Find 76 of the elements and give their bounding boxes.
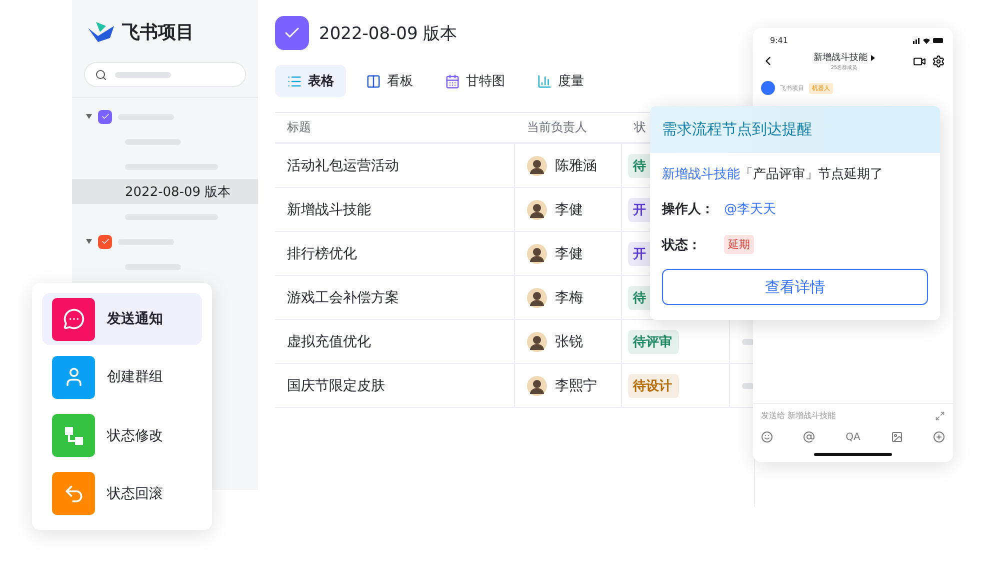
calendar-icon: [445, 74, 460, 88]
expand-icon[interactable]: [935, 410, 945, 420]
tree-item-label[interactable]: 2022-08-09 版本: [125, 182, 231, 200]
search-field[interactable]: [84, 62, 246, 87]
column-header: 标题: [287, 119, 311, 136]
action-label: 创建群组: [107, 368, 163, 386]
list-icon: [287, 74, 302, 88]
brand-name: 飞书项目: [122, 21, 194, 44]
menu-item[interactable]: 状态回滚: [42, 468, 202, 520]
chat-title: 新增战斗技能: [814, 52, 868, 64]
flow-icon: [62, 424, 84, 447]
card-title: 需求流程节点到达提醒: [662, 120, 812, 139]
table-cell: 李健: [555, 244, 583, 262]
expand-arrow-icon[interactable]: [870, 54, 874, 60]
version-icon: [275, 16, 309, 50]
action-label: 状态修改: [107, 426, 163, 445]
qa-button[interactable]: QA: [846, 432, 860, 442]
board-icon: [366, 74, 381, 88]
view-tab[interactable]: 甘特图: [433, 65, 517, 97]
status-icons: [913, 37, 943, 44]
table-cell: 新增战斗技能: [287, 200, 371, 218]
logo-icon: [88, 22, 114, 42]
table-cell: 游戏工会补偿方案: [287, 288, 399, 306]
avatar: [527, 332, 547, 352]
avatar: [527, 244, 547, 264]
placeholder-bar: [115, 72, 171, 78]
caret-icon[interactable]: [86, 239, 92, 244]
status-tag: 延期: [724, 235, 754, 254]
avatar: [527, 200, 547, 220]
view-tab[interactable]: 度量: [525, 65, 596, 97]
table-cell: 李熙宁: [555, 376, 597, 394]
table-cell: 虚拟充值优化: [287, 332, 371, 350]
table-cell: 李健: [555, 200, 583, 218]
settings-icon[interactable]: [932, 54, 945, 68]
placeholder-bar: [742, 338, 754, 344]
table-cell: 活动礼包运营活动: [287, 156, 399, 174]
user-mention[interactable]: @李天天: [724, 200, 776, 218]
card-message: 「产品评审」节点延期了: [740, 166, 883, 183]
video-icon[interactable]: [913, 54, 926, 68]
table-cell: 陈雅涵: [555, 156, 597, 174]
table-cell: 李梅: [555, 288, 583, 306]
status-tag: 待评审: [628, 330, 679, 354]
search-icon: [95, 68, 107, 80]
table-cell: 张锐: [555, 332, 583, 350]
page-title: 2022-08-09 版本: [319, 22, 458, 44]
column-header: 当前负责人: [527, 119, 587, 136]
details-button[interactable]: 查看详情: [662, 269, 928, 305]
menu-item[interactable]: 发送通知: [42, 293, 202, 346]
avatar: [527, 288, 547, 308]
table-cell: 国庆节限定皮肤: [287, 376, 385, 394]
field-label: 状态：: [662, 236, 702, 254]
avatar: [527, 376, 547, 396]
task-link[interactable]: 新增战斗技能: [662, 165, 740, 183]
view-tab[interactable]: 表格: [275, 65, 346, 97]
avatar: [527, 156, 547, 176]
menu-item[interactable]: 状态修改: [42, 410, 202, 462]
caret-icon[interactable]: [86, 114, 92, 119]
bar-chart-icon: [537, 74, 552, 88]
table-cell: 排行榜优化: [287, 244, 357, 262]
status-time: 9:41: [770, 36, 788, 45]
emoji-icon[interactable]: [761, 431, 773, 443]
bot-avatar: [761, 81, 775, 95]
selected-tree-item[interactable]: 2022-08-09 版本: [72, 179, 258, 204]
add-icon[interactable]: [932, 431, 945, 443]
image-icon[interactable]: [890, 431, 903, 443]
status-tag: 待设计: [628, 374, 679, 398]
column-header: 状: [634, 119, 646, 136]
action-label: 发送通知: [107, 310, 163, 328]
chat-bubble-icon: [62, 308, 84, 330]
mention-icon[interactable]: [803, 431, 816, 443]
view-tab[interactable]: 看板: [354, 65, 425, 97]
menu-item[interactable]: 创建群组: [42, 351, 202, 404]
undo-icon: [62, 482, 84, 505]
placeholder-bar: [742, 382, 754, 388]
field-label: 操作人：: [662, 201, 714, 218]
action-label: 状态回滚: [107, 484, 163, 503]
